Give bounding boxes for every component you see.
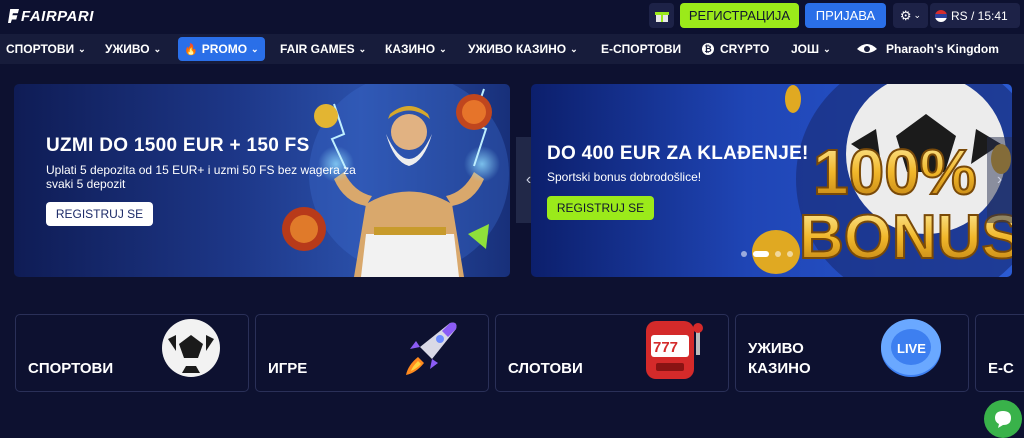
chat-button[interactable] xyxy=(984,400,1022,438)
category-tile-sports[interactable]: СПОРТОВИ xyxy=(15,314,249,392)
nav-item-more[interactable]: ЈОШ ⌄ xyxy=(791,34,831,64)
live-chip-icon: LIVE xyxy=(881,319,941,377)
nav-item-label: Е-СПОРТОВИ xyxy=(601,42,682,56)
logo-text: FAIRPARI xyxy=(21,7,94,25)
register-button[interactable]: РЕГИСТРАЦИЈА xyxy=(680,3,799,28)
chevron-down-icon: ⌄ xyxy=(913,10,922,20)
category-tile-live-casino[interactable]: LIVE УЖИВО КАЗИНО xyxy=(735,314,969,392)
chat-bubble-icon xyxy=(995,411,1011,428)
bonus-word-art: BONUS xyxy=(799,203,1012,272)
category-tile-esports[interactable]: Е-С xyxy=(975,314,1024,392)
logo[interactable]: FAIRPARI xyxy=(8,7,94,25)
chevron-down-icon: ⌄ xyxy=(823,43,831,54)
category-tile-games[interactable]: ИГРЕ xyxy=(255,314,489,392)
nav-item-live[interactable]: УЖИВО ⌄ xyxy=(105,34,161,64)
chevron-down-icon: ⌄ xyxy=(439,43,447,54)
nav-item-label: ЈОШ xyxy=(791,42,820,56)
banner-2-title: DO 400 EUR ZA KLAĐENJE! xyxy=(547,143,809,164)
nav-item-live-casino[interactable]: УЖИВО КАЗИНО ⌄ xyxy=(468,34,578,64)
nav-item-label: СПОРТОВИ xyxy=(6,42,75,56)
nav-item-label: УЖИВО КАЗИНО xyxy=(468,42,567,56)
nav-item-esports[interactable]: Е-СПОРТОВИ xyxy=(601,34,681,64)
top-bar: FAIRPARI РЕГИСТРАЦИЈА ПРИЈАВА ⚙ ⌄ RS / 1… xyxy=(0,0,1024,33)
flame-icon: 🔥 xyxy=(184,43,198,56)
nav-item-label: УЖИВО xyxy=(105,42,150,56)
category-label: СПОРТОВИ xyxy=(28,360,114,377)
nav-item-crypto[interactable]: ₿ CRYPTO xyxy=(702,34,769,64)
logo-mark-icon xyxy=(8,9,19,23)
soccer-ball-icon xyxy=(162,319,220,377)
settings-button[interactable]: ⚙ ⌄ xyxy=(893,3,928,28)
slider-dot[interactable] xyxy=(775,251,781,257)
banner-2-subtitle: Sportski bonus dobrodošlice! xyxy=(547,170,702,184)
locale-time-selector[interactable]: RS / 15:41 xyxy=(930,3,1020,28)
locale-time-label: RS / 15:41 xyxy=(951,8,1008,23)
banner-1-title: UZMI DO 1500 EUR + 150 FS xyxy=(46,135,310,156)
nav-item-pharaohs-kingdom[interactable]: Pharaoh's Kingdom xyxy=(856,34,999,64)
nav-item-promo[interactable]: 🔥 PROMO ⌄ xyxy=(178,37,265,61)
category-label: ИГРЕ xyxy=(268,360,308,377)
category-label: СЛОТОВИ xyxy=(508,360,583,377)
category-label: УЖИВО КАЗИНО xyxy=(748,340,811,377)
banner-1-register-button[interactable]: REGISTRUJ SE xyxy=(46,202,153,226)
slot-machine-icon: 777 xyxy=(646,321,703,379)
live-chip-text: LIVE xyxy=(897,341,926,356)
slider-dot[interactable] xyxy=(741,251,747,257)
chevron-down-icon: ⌄ xyxy=(153,43,162,54)
slider-dot[interactable] xyxy=(787,251,793,257)
gear-icon: ⚙ xyxy=(899,7,912,23)
nav-item-casino[interactable]: КАЗИНО ⌄ xyxy=(385,34,447,64)
rocket-icon xyxy=(406,322,457,375)
nav-item-label: Pharaoh's Kingdom xyxy=(886,42,999,56)
nav-item-label: CRYPTO xyxy=(720,42,770,56)
nav-item-label: FAIR GAMES xyxy=(280,42,355,56)
pharaoh-icon xyxy=(857,44,877,53)
slot-reel-text: 777 xyxy=(653,339,678,356)
serbia-flag-icon xyxy=(935,9,947,22)
promo-slider: UZMI DO 1500 EUR + 150 FS Uplati 5 depoz… xyxy=(14,84,1012,277)
nav-item-sports[interactable]: СПОРТОВИ ⌄ xyxy=(6,34,86,64)
slider-dots xyxy=(741,251,793,257)
nav-item-label: PROMO xyxy=(201,42,248,56)
slider-dot-active[interactable] xyxy=(753,251,769,257)
chevron-down-icon: ⌄ xyxy=(78,43,86,54)
banner-2-register-button[interactable]: REGISTRUJ SE xyxy=(547,196,654,220)
nav-item-label: КАЗИНО xyxy=(385,42,436,56)
main-nav: СПОРТОВИ ⌄ УЖИВО ⌄ 🔥 PROMO ⌄ FAIR GAMES ⌄ КА… xyxy=(0,34,1024,64)
promo-banner-1[interactable]: UZMI DO 1500 EUR + 150 FS Uplati 5 depoz… xyxy=(14,84,510,277)
category-label: Е-С xyxy=(988,360,1014,377)
chevron-down-icon: ⌄ xyxy=(570,43,578,54)
gift-button[interactable] xyxy=(649,3,674,28)
gift-icon xyxy=(654,11,669,22)
chevron-down-icon: ⌄ xyxy=(251,43,259,54)
promo-banner-2[interactable]: 100% BONUS DO 400 EUR ZA KLAĐENJE! Sport… xyxy=(531,84,1012,277)
chevron-down-icon: ⌄ xyxy=(358,43,367,54)
login-button[interactable]: ПРИЈАВА xyxy=(805,3,886,28)
bitcoin-icon: ₿ xyxy=(702,43,714,55)
chevron-right-icon: › xyxy=(996,171,1003,188)
slider-next-button[interactable]: › xyxy=(987,137,1012,223)
category-tile-slots[interactable]: 777 СЛОТОВИ xyxy=(495,314,729,392)
banner-1-subtitle: Uplati 5 depozita od 15 EUR+ i uzmi 50 F… xyxy=(46,163,356,191)
bonus-percent-art: 100% xyxy=(813,136,977,208)
nav-item-fair-games[interactable]: FAIR GAMES ⌄ xyxy=(280,34,366,64)
